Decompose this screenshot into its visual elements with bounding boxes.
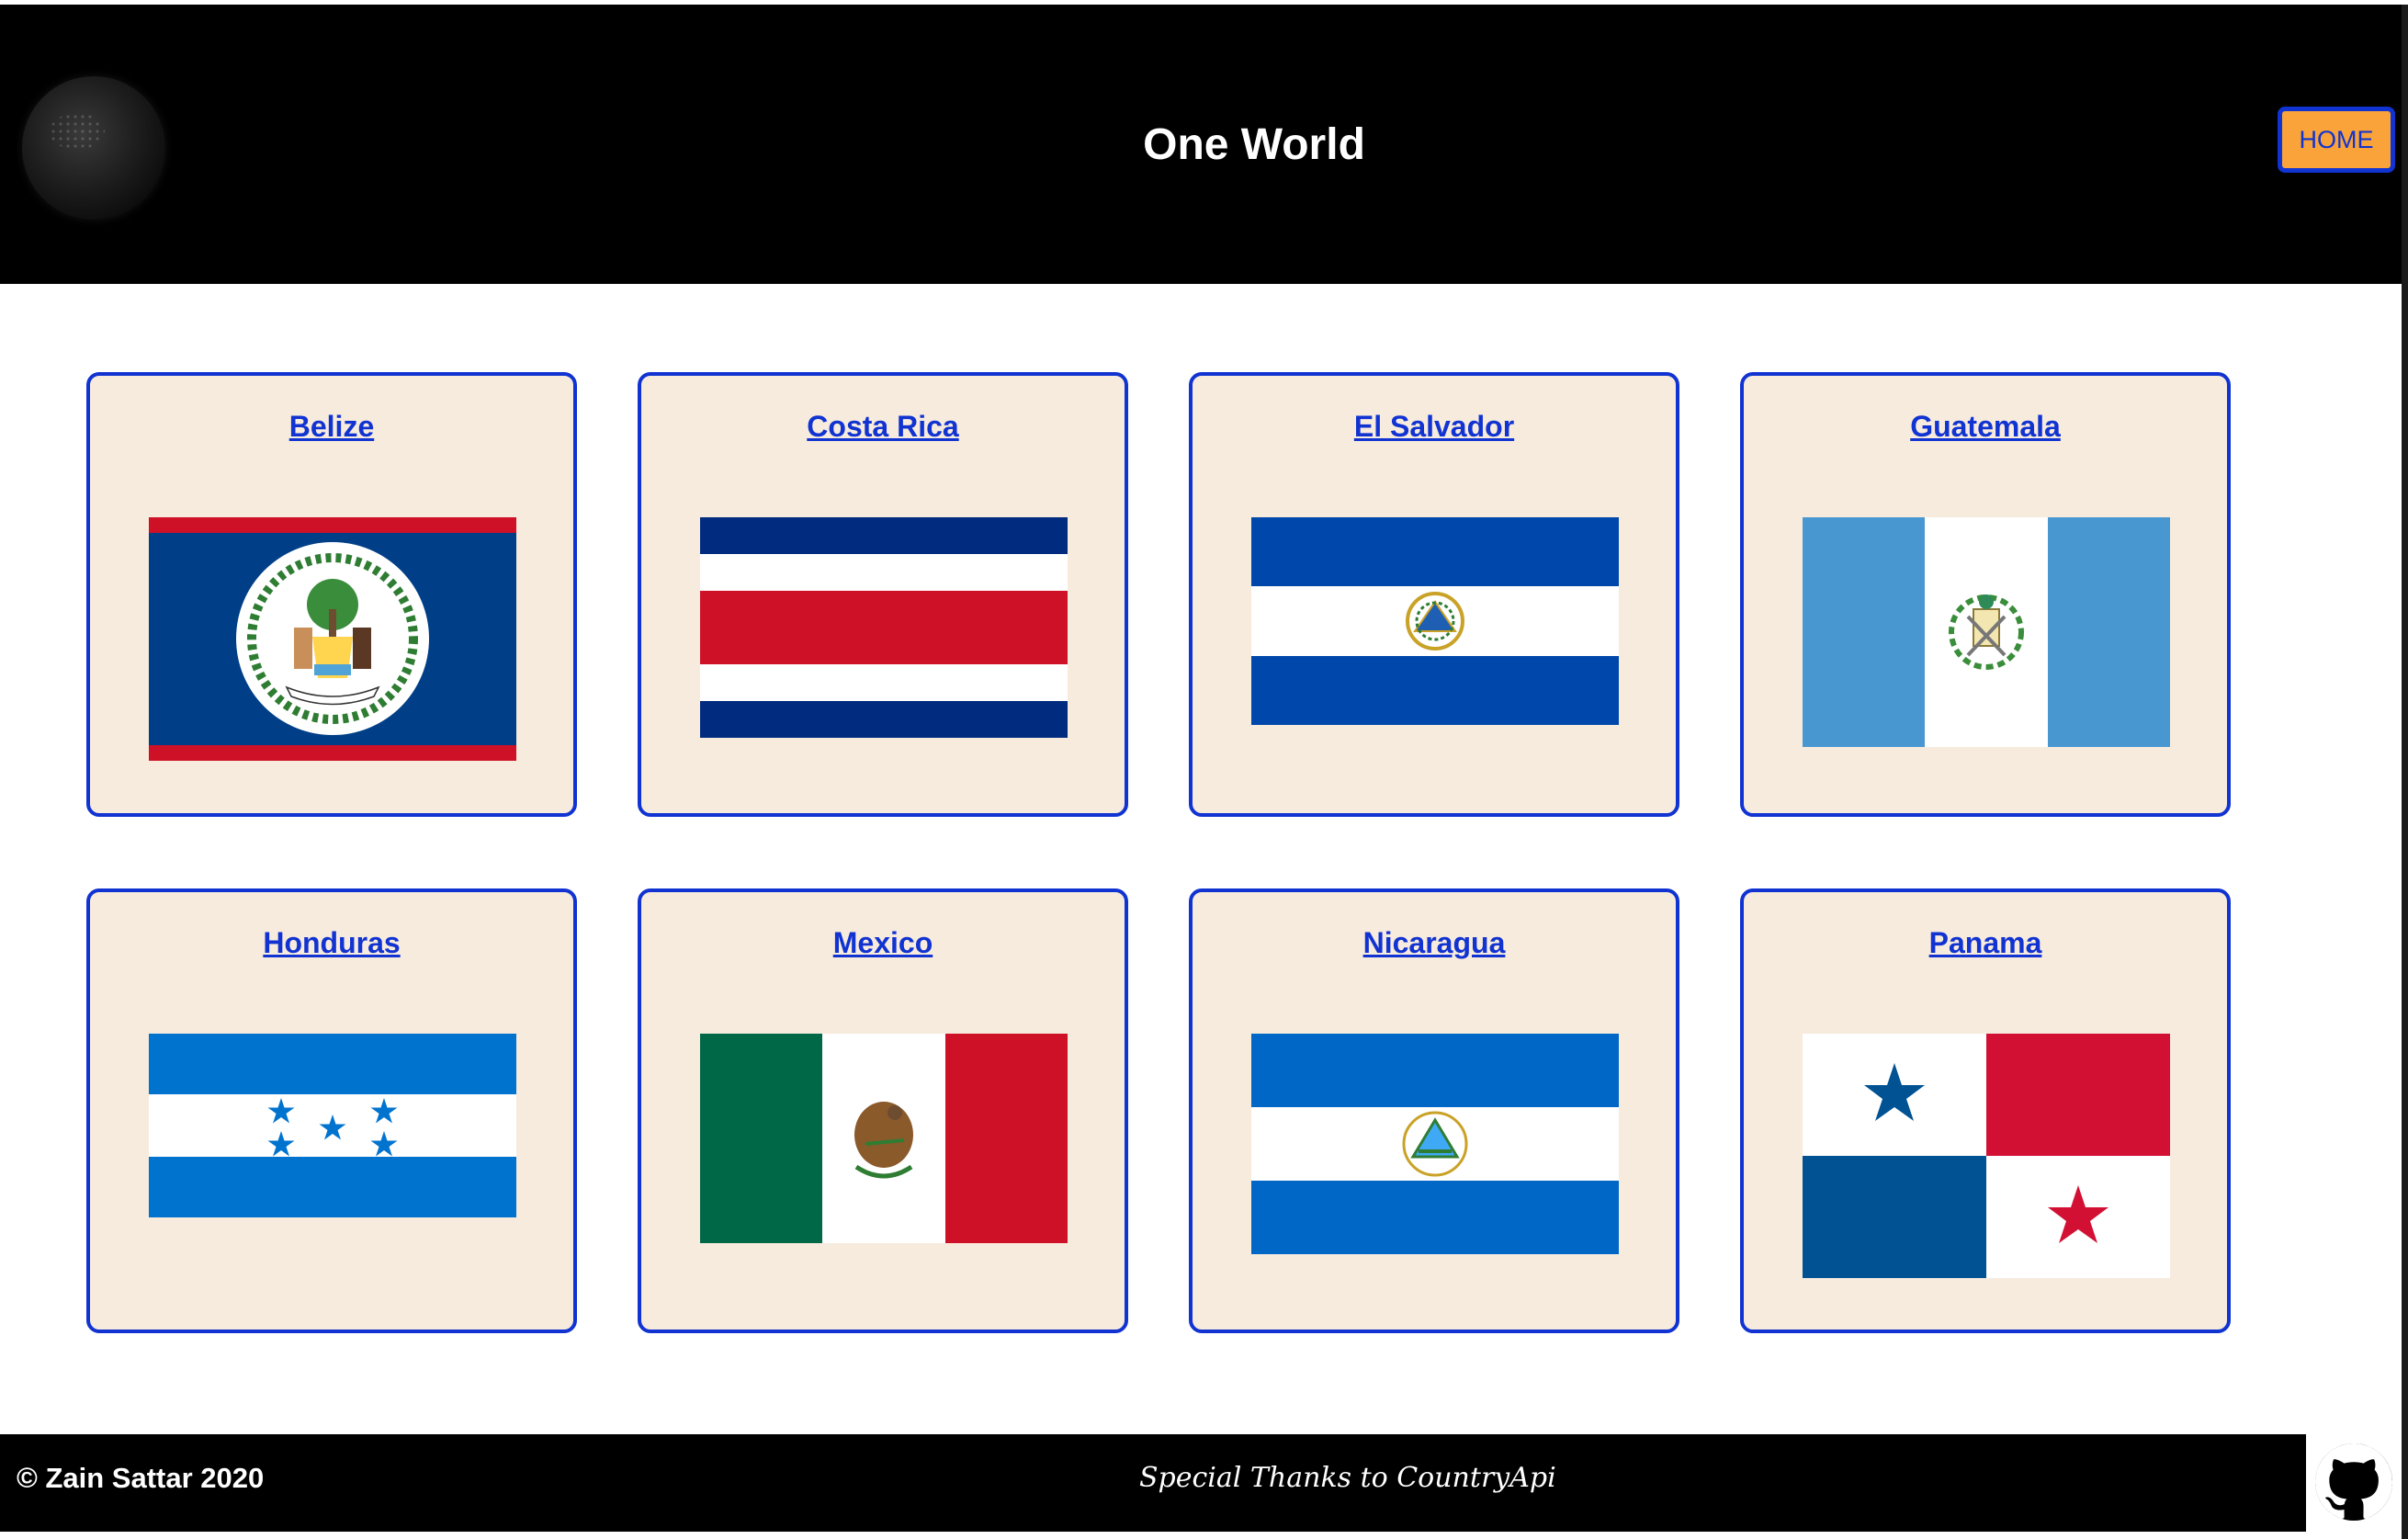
country-link-costa-rica[interactable]: Costa Rica: [641, 410, 1125, 444]
country-link-el-salvador[interactable]: El Salvador: [1193, 410, 1676, 444]
country-link-mexico[interactable]: Mexico: [641, 926, 1125, 960]
country-card-belize[interactable]: Belize: [86, 372, 577, 817]
country-card-panama[interactable]: Panama: [1740, 888, 2231, 1333]
country-link-nicaragua[interactable]: Nicaragua: [1193, 926, 1676, 960]
flag-nicaragua[interactable]: [1251, 1034, 1619, 1254]
flag-honduras[interactable]: [149, 1034, 516, 1217]
country-link-honduras[interactable]: Honduras: [90, 926, 573, 960]
country-card-costa-rica[interactable]: Costa Rica: [638, 372, 1128, 817]
api-credit-text: Special Thanks to CountryApi: [1139, 1462, 1556, 1494]
flag-belize[interactable]: [149, 517, 516, 761]
flag-mexico[interactable]: [700, 1034, 1068, 1243]
flag-costa-rica[interactable]: [700, 517, 1068, 738]
site-footer: © Zain Sattar 2020 Special Thanks to Cou…: [0, 1434, 2306, 1532]
country-card-el-salvador[interactable]: El Salvador: [1189, 372, 1679, 817]
window-edge: [2402, 5, 2408, 1539]
page-title: One World: [1143, 120, 1365, 169]
flag-el-salvador[interactable]: [1251, 517, 1619, 725]
country-card-guatemala[interactable]: Guatemala: [1740, 372, 2231, 817]
copyright-text: © Zain Sattar 2020: [17, 1462, 265, 1494]
country-link-guatemala[interactable]: Guatemala: [1744, 410, 2227, 444]
country-link-panama[interactable]: Panama: [1744, 926, 2227, 960]
country-card-mexico[interactable]: Mexico: [638, 888, 1128, 1333]
flag-panama[interactable]: [1803, 1034, 2170, 1278]
country-card-honduras[interactable]: Honduras: [86, 888, 577, 1333]
site-header: One World HOME: [0, 5, 2402, 284]
country-link-belize[interactable]: Belize: [90, 410, 573, 444]
github-icon[interactable]: [2315, 1443, 2392, 1521]
flag-guatemala[interactable]: [1803, 517, 2170, 747]
home-button[interactable]: HOME: [2278, 107, 2395, 173]
country-card-nicaragua[interactable]: Nicaragua: [1189, 888, 1679, 1333]
